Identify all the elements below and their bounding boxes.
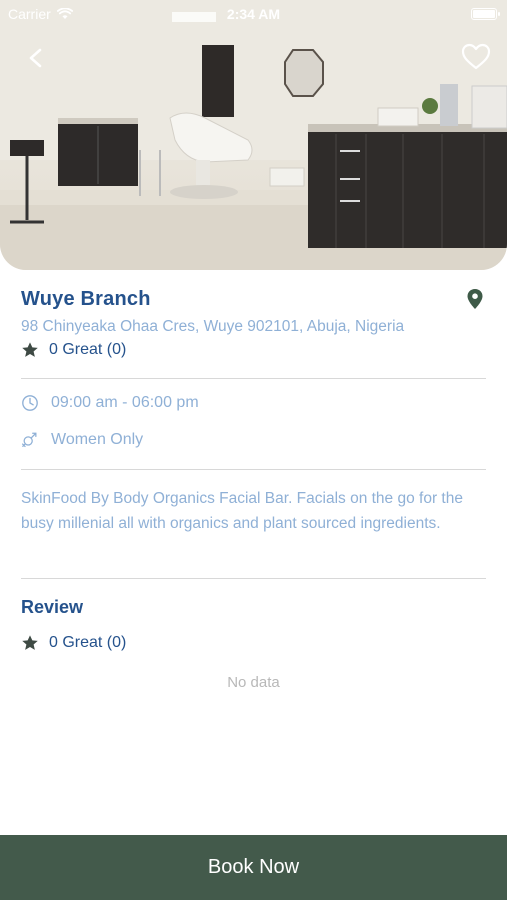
book-now-button[interactable]: Book Now xyxy=(0,835,507,900)
star-icon xyxy=(22,342,38,357)
gender-icon xyxy=(21,432,37,448)
battery-icon xyxy=(471,8,500,20)
divider xyxy=(21,578,486,579)
hero-image xyxy=(0,0,507,270)
salon-room-illustration xyxy=(0,0,507,270)
gender-policy: Women Only xyxy=(21,431,143,449)
branch-description: SkinFood By Body Organics Facial Bar. Fa… xyxy=(21,490,463,532)
map-pin-icon xyxy=(467,289,483,309)
review-rating-text: 0 Great (0) xyxy=(49,634,127,651)
divider xyxy=(21,378,486,379)
clock-icon xyxy=(22,395,38,411)
opening-hours-text: 09:00 am - 06:00 pm xyxy=(51,394,199,411)
back-button[interactable] xyxy=(20,42,52,74)
status-time: 2:34 AM xyxy=(226,6,281,22)
map-pin-button[interactable] xyxy=(466,288,484,310)
branch-address: 98 Chinyeaka Ohaa Cres, Wuye 902101, Abu… xyxy=(21,318,405,335)
review-rating: 0 Great (0) xyxy=(21,634,126,652)
reviews-empty-state: No data xyxy=(227,674,280,691)
branch-rating-text: 0 Great (0) xyxy=(49,341,127,358)
divider xyxy=(21,469,486,470)
status-bar: Carrier 2:34 AM xyxy=(0,0,507,28)
chevron-left-icon xyxy=(29,48,42,68)
opening-hours: 09:00 am - 06:00 pm xyxy=(21,394,199,412)
star-icon xyxy=(22,635,38,650)
favorite-button[interactable] xyxy=(459,40,493,74)
branch-rating: 0 Great (0) xyxy=(21,341,126,359)
heart-outline-icon xyxy=(461,43,491,70)
gender-policy-text: Women Only xyxy=(51,431,144,448)
branch-name: Wuye Branch xyxy=(21,288,151,310)
review-section-title: Review xyxy=(21,597,84,617)
